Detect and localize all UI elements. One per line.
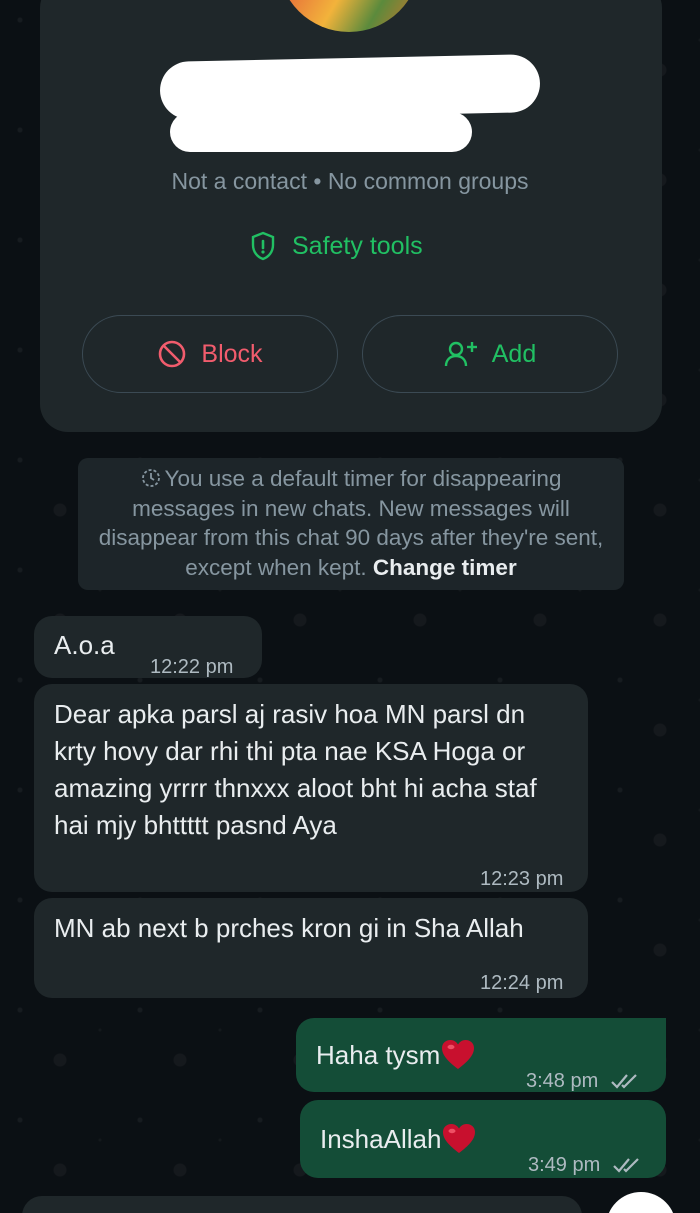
add-person-icon [444, 341, 477, 367]
message-time: 3:48 pm [526, 1064, 640, 1098]
block-label: Block [201, 339, 263, 368]
message-input-bar[interactable] [22, 1196, 582, 1213]
message-bubble-incoming[interactable]: Dear apka parsl aj rasiv hoa MN parsl dn… [34, 684, 588, 892]
message-time: 12:22 pm [150, 656, 234, 678]
message-time-text: 3:48 pm [526, 1070, 599, 1092]
message-bubble-incoming[interactable]: A.o.a 12:22 pm [34, 616, 262, 678]
add-contact-button[interactable]: Add [362, 315, 618, 393]
safety-tools-link[interactable]: Safety tools [250, 228, 423, 264]
message-text: Dear apka parsl aj rasiv hoa MN parsl dn… [54, 699, 537, 840]
message-time: 12:24 pm [480, 972, 564, 994]
timer-icon [141, 469, 160, 487]
message-time: 3:49 pm [528, 1148, 642, 1182]
block-button[interactable]: Block [82, 315, 338, 393]
heart-emoji-icon [442, 1040, 475, 1069]
message-text: A.o.a [54, 630, 115, 660]
message-bubble-outgoing[interactable]: InshaAllah 3:49 pm [300, 1100, 666, 1178]
message-text: InshaAllah [320, 1122, 477, 1156]
message-text-content: InshaAllah [320, 1124, 442, 1154]
disappearing-messages-notice: You use a default timer for disappearing… [78, 458, 624, 590]
notice-text: You use a default timer for disappearing… [98, 466, 604, 580]
block-icon [159, 340, 186, 368]
change-timer-link[interactable]: Change timer [373, 555, 517, 580]
message-text: MN ab next b prches kron gi in Sha Allah [54, 913, 524, 943]
message-bubble-incoming[interactable]: MN ab next b prches kron gi in Sha Allah… [34, 898, 588, 998]
double-check-icon [611, 1074, 637, 1089]
safety-tools-label: Safety tools [292, 231, 423, 260]
message-bubble-outgoing[interactable]: Haha tysm 3:48 pm [296, 1018, 666, 1092]
message-text-content: Haha tysm [316, 1040, 441, 1070]
add-label: Add [491, 339, 537, 368]
heart-emoji-icon [443, 1124, 476, 1153]
redacted-contact-number [170, 112, 472, 152]
contact-meta-line: Not a contact • No common groups [171, 168, 529, 194]
shield-icon [251, 231, 275, 261]
redacted-contact-name [159, 54, 541, 120]
double-check-icon [613, 1158, 639, 1173]
message-text: Haha tysm [316, 1038, 476, 1072]
message-time: 12:23 pm [480, 868, 564, 890]
message-time-text: 3:49 pm [528, 1154, 601, 1176]
